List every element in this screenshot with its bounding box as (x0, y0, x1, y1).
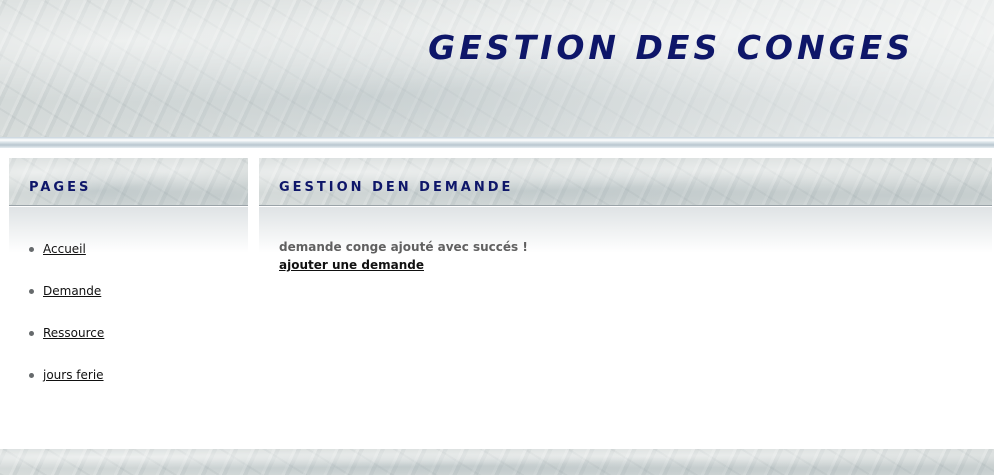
sidebar-item-demande: Demande (27, 284, 104, 326)
add-request-link[interactable]: ajouter une demande (279, 258, 424, 272)
sidebar-heading: PAGES (29, 180, 92, 195)
bullet-icon (29, 247, 34, 252)
bullet-icon (29, 373, 34, 378)
nav-link-ressource[interactable]: Ressource (43, 326, 104, 340)
sidebar-header: PAGES (9, 158, 248, 206)
nav-link-jours-ferie[interactable]: jours ferie (43, 368, 104, 382)
sidebar-item-accueil: Accueil (27, 242, 104, 284)
sidebar-item-jours-ferie: jours ferie (27, 368, 104, 410)
success-message: demande conge ajouté avec succés ! (279, 240, 528, 254)
bullet-icon (29, 289, 34, 294)
main-content: GESTION DEN DEMANDE demande conge ajouté… (259, 158, 992, 449)
site-title: GESTION DES CONGES (428, 28, 914, 67)
nav-link-demande[interactable]: Demande (43, 284, 101, 298)
header-divider (0, 137, 994, 148)
site-header: GESTION DES CONGES (0, 0, 994, 137)
nav-link-accueil[interactable]: Accueil (43, 242, 86, 256)
sidebar-nav: Accueil Demande Ressource jours ferie (27, 242, 104, 410)
bullet-icon (29, 331, 34, 336)
header-overlay (0, 0, 994, 137)
site-footer (0, 449, 994, 475)
main-heading: GESTION DEN DEMANDE (279, 180, 514, 195)
sidebar-item-ressource: Ressource (27, 326, 104, 368)
main-header: GESTION DEN DEMANDE (259, 158, 992, 206)
sidebar: PAGES Accueil Demande Ressource jours fe… (9, 158, 248, 449)
